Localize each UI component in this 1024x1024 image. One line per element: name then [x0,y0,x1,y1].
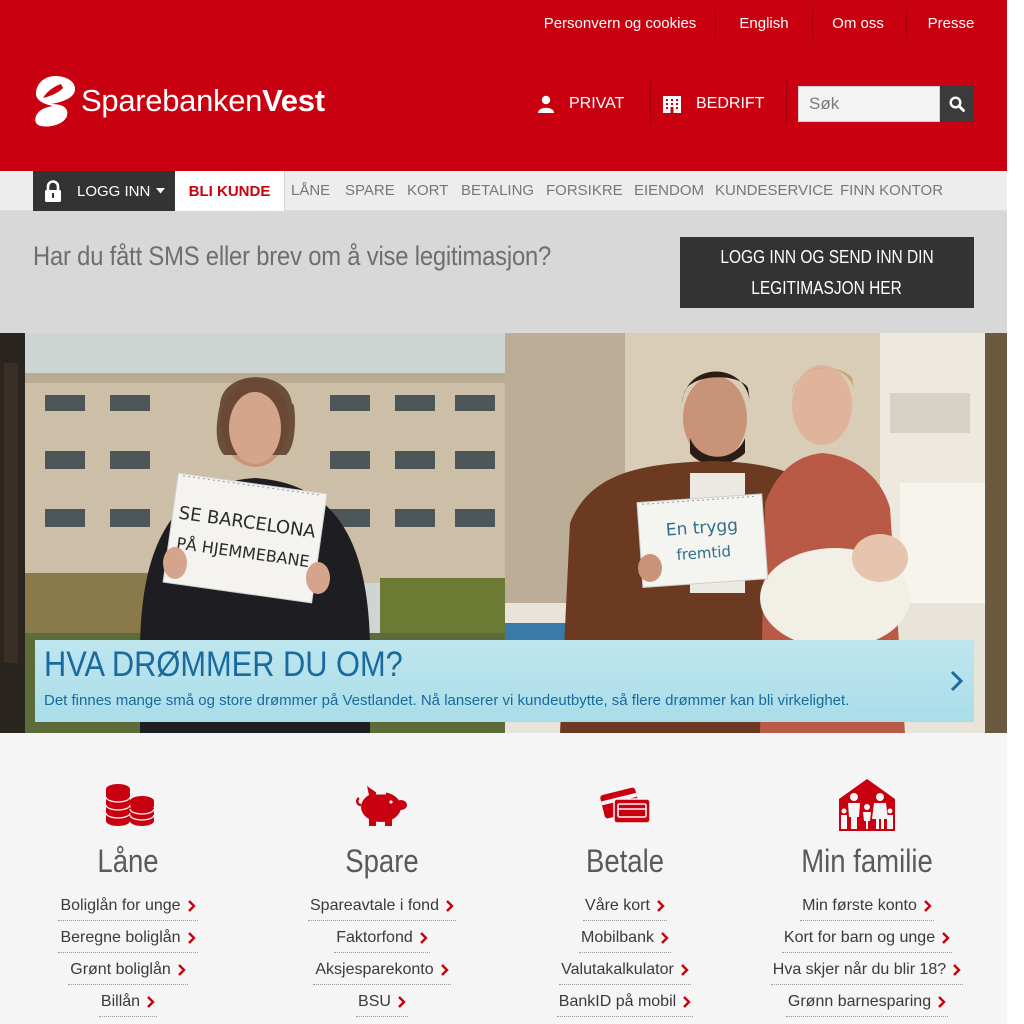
top-link-about[interactable]: Om oss [826,14,890,34]
category-link[interactable]: Valutakalkulator [505,959,745,985]
chevron-right-icon [942,932,950,944]
chevron-right-icon [938,996,946,1008]
category-link[interactable]: BSU [262,991,502,1017]
category-link[interactable]: Aksjesparekonto [262,959,502,985]
top-link-privacy[interactable]: Personvern og cookies [540,14,700,34]
piggy-bank-icon [262,783,502,835]
category-section: Låne Boliglån for unge Beregne boliglån … [0,733,1007,1024]
chevron-right-icon [419,932,428,944]
nav-item-lane[interactable]: LÅNE [291,171,330,211]
search-input[interactable] [798,86,940,122]
category-link[interactable]: Våre kort [505,895,745,921]
nav-item-spare[interactable]: SPARE [345,171,395,211]
category-link[interactable]: Grønn barnesparing [747,991,987,1017]
person-icon [537,95,555,113]
category-link[interactable]: Boliglån for unge [8,895,248,921]
chevron-right-icon [923,900,932,912]
banner-title: Har du fått SMS eller brev om å vise leg… [33,241,552,271]
nav-item-betaling[interactable]: BETALING [461,171,534,211]
chevron-right-icon [953,964,961,976]
category-link[interactable]: Min første konto [747,895,987,921]
category-title: Betale [585,843,665,879]
category-link[interactable]: Beregne boliglån [8,927,248,953]
search-icon [949,96,965,112]
category-link[interactable]: Grønt boliglån [8,959,248,985]
hero-text: Det finnes mange små og store drømmer på… [44,692,850,709]
banner-button-line2: LEGITIMASJON HER [751,278,903,298]
segment-bedrift-label: BEDRIFT [696,95,765,112]
top-link-separator [906,10,907,38]
chevron-right-icon [446,900,454,912]
lock-icon [43,180,63,202]
category-title: Spare [345,843,419,879]
login-button[interactable]: LOGG INN [33,171,175,211]
search-button[interactable] [940,86,974,122]
coins-icon [8,783,248,835]
chevron-right-icon [187,932,196,944]
hero-title: HVA DRØMMER DU OM? [44,645,403,684]
page-edge [1007,0,1024,1024]
become-customer-button[interactable]: BLI KUNDE [175,171,284,211]
chevron-right-icon [683,996,691,1008]
logo[interactable]: SparebankenVest [33,73,325,129]
logo-mark-icon [35,76,76,127]
category-title: Låne [97,843,159,879]
segment-privat-button[interactable]: PRIVAT [537,84,624,124]
building-icon [662,95,682,113]
segment-separator [786,82,787,124]
banner-login-button[interactable]: LOGG INN OG SEND INN DIN LEGITIMASJON HE… [680,237,974,308]
chevron-right-icon [680,964,689,976]
chevron-right-icon [147,996,155,1008]
login-label: LOGG INN [77,182,151,200]
nav-item-eiendom[interactable]: EIENDOM [634,171,704,211]
chevron-right-icon [440,964,449,976]
top-link-english[interactable]: English [730,14,798,34]
banner-button-line1: LOGG INN OG SEND INN DIN [720,247,934,267]
chevron-right-icon [187,900,196,912]
category-link[interactable]: Hva skjer når du blir 18? [747,959,987,985]
category-title: Min familie [801,843,933,879]
segment-separator [650,82,651,124]
category-link[interactable]: Spareavtale i fond [262,895,502,921]
nav-item-kort[interactable]: KORT [407,171,448,211]
top-link-separator [715,10,716,38]
category-link[interactable]: Faktorfond [262,927,502,953]
chevron-right-icon[interactable] [945,666,969,696]
cards-icon [505,783,745,835]
nav-item-finn-kontor[interactable]: FINN KONTOR [840,171,943,211]
category-link[interactable]: Kort for barn og unge [747,927,987,953]
chevron-right-icon [177,964,186,976]
top-link-press[interactable]: Presse [922,14,980,34]
nav-item-forsikre[interactable]: FORSIKRE [546,171,623,211]
segment-bedrift-button[interactable]: BEDRIFT [662,84,764,124]
category-link[interactable]: Billån [8,991,248,1017]
segment-privat-label: PRIVAT [569,95,625,112]
family-house-icon [747,777,987,835]
logo-text: SparebankenVest [81,83,325,118]
chevron-right-icon [661,932,669,944]
nav-item-kundeservice[interactable]: KUNDESERVICE [715,171,833,211]
chevron-right-icon [657,900,665,912]
nav-divider [284,171,285,211]
chevron-right-icon [398,996,406,1008]
sign-right-line2: fremtid [676,542,732,564]
category-link[interactable]: BankID på mobil [505,991,745,1017]
category-link[interactable]: Mobilbank [505,927,745,953]
top-link-separator [812,10,813,38]
caret-down-icon [156,188,166,194]
